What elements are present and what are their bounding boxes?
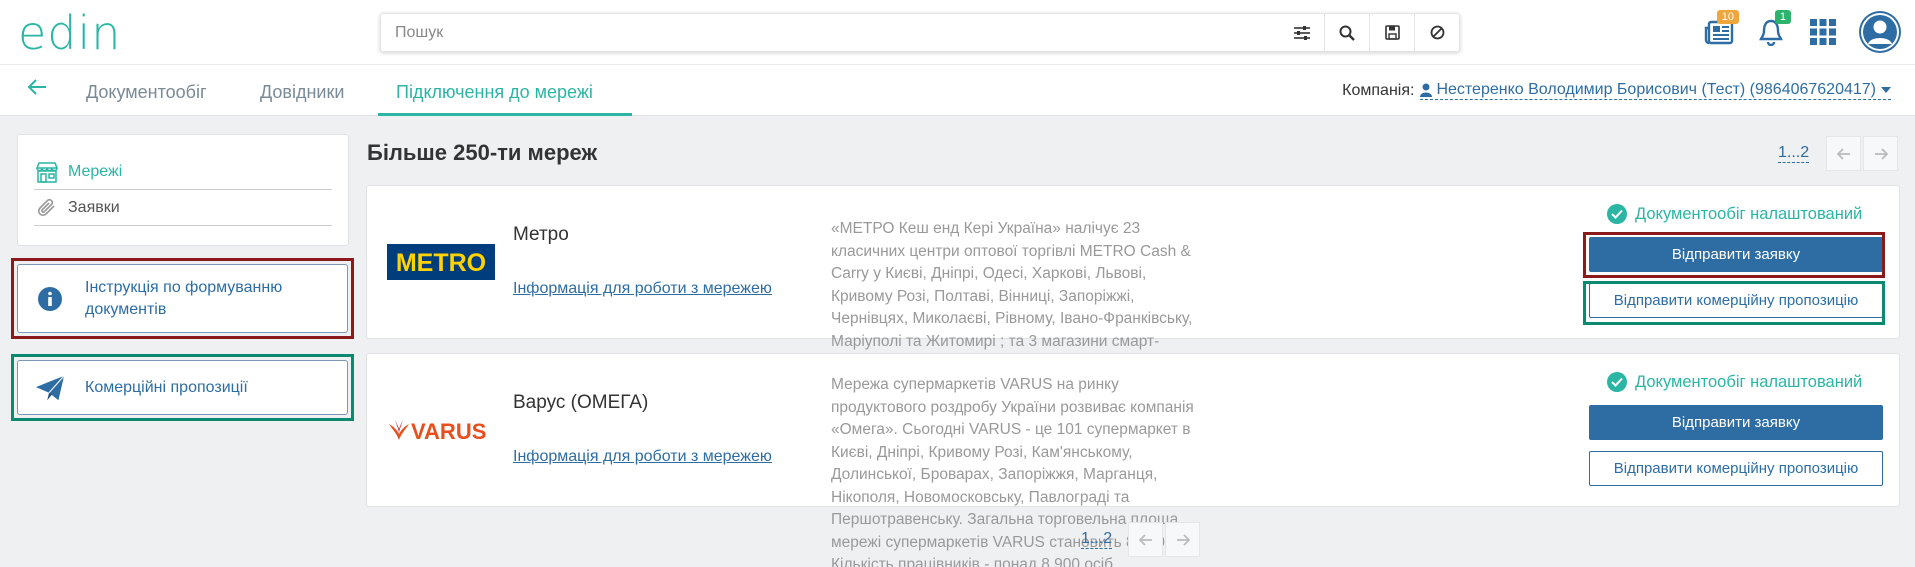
tab-network-connection[interactable]: Підключення до мережі [396, 82, 593, 103]
commercial-offers-button[interactable]: Комерційні пропозиції [17, 360, 348, 415]
network-info-link[interactable]: Інформація для роботи з мережею [513, 280, 772, 298]
nav-bar: Документообіг Довідники Підключення до м… [0, 64, 1915, 116]
network-name: Варус (ОМЕГА) [513, 392, 649, 413]
search-bar [380, 13, 1460, 52]
chevron-down-icon [1881, 87, 1891, 93]
edin-logo[interactable]: edin [18, 11, 158, 55]
arrow-left-icon [1836, 147, 1850, 160]
news-button[interactable]: 10 [1693, 0, 1745, 64]
user-icon [1420, 83, 1433, 97]
paper-plane-icon [35, 374, 65, 402]
status-badge: Документообіг налаштований [1607, 372, 1862, 392]
company-value: Нестеренко Володимир Борисович (Тест) (9… [1436, 81, 1876, 98]
status-badge: Документообіг налаштований [1607, 204, 1862, 224]
arrow-left-icon [27, 79, 46, 95]
pager-bottom-next[interactable] [1165, 522, 1200, 557]
clear-icon [1430, 25, 1444, 40]
network-description: «МЕТРО Кеш енд Кері Україна» налічує 23 … [831, 220, 1193, 372]
send-request-button[interactable]: Відправити заявку [1589, 405, 1883, 440]
pager-bottom-prev[interactable] [1128, 522, 1163, 557]
arrow-right-icon [1176, 533, 1190, 546]
varus-logo: VARUS [387, 416, 497, 449]
company-dropdown[interactable]: Нестеренко Володимир Борисович (Тест) (9… [1420, 81, 1891, 100]
page-title: Більше 250-ти мереж [367, 140, 598, 165]
svg-text:VARUS: VARUS [411, 419, 486, 444]
pager-top-next[interactable] [1863, 136, 1898, 171]
arrow-right-icon [1874, 147, 1888, 160]
top-icons: 10 1 [1693, 0, 1915, 64]
back-button[interactable] [27, 77, 47, 101]
apps-button[interactable] [1797, 0, 1849, 64]
metro-logo: METRO [387, 244, 495, 285]
user-avatar[interactable] [1859, 11, 1901, 53]
store-icon [34, 160, 60, 184]
edin-logo-mark: edin [18, 11, 121, 55]
highlight-frame-red [1583, 232, 1885, 278]
send-commercial-offer-button[interactable]: Відправити комерційну пропозицію [1589, 451, 1883, 486]
check-circle-icon [1607, 372, 1627, 392]
sidebar-item-label: Заявки [68, 198, 120, 216]
tab-directories[interactable]: Довідники [260, 82, 344, 103]
company-label: Компанія: [1342, 81, 1415, 99]
search-button[interactable] [1324, 14, 1369, 51]
network-info-link[interactable]: Інформація для роботи з мережею [513, 448, 772, 466]
instructions-button[interactable]: Інструкція по формуванню документів [17, 264, 348, 333]
sidebar-item-networks[interactable]: Мережі [34, 154, 332, 190]
clear-search-button[interactable] [1414, 14, 1459, 51]
network-card-varus: VARUS Варус (ОМЕГА) Інформація для робот… [366, 353, 1900, 567]
check-circle-icon [1607, 204, 1627, 224]
arrow-left-icon [1138, 533, 1152, 546]
save-search-button[interactable] [1369, 14, 1414, 51]
paperclip-icon [34, 196, 60, 220]
status-text: Документообіг налаштований [1635, 204, 1863, 223]
search-icon [1339, 25, 1355, 41]
filter-button[interactable] [1279, 14, 1324, 51]
notifications-button[interactable]: 1 [1745, 0, 1797, 64]
pager-bottom-label[interactable]: 1...2 [1081, 530, 1113, 549]
commercial-offers-button-label: Комерційні пропозиції [85, 378, 248, 396]
info-icon [35, 286, 65, 312]
highlight-frame-green [1583, 281, 1885, 325]
notifications-badge: 1 [1774, 10, 1791, 24]
top-bar: edin Пошук 10 1 [0, 0, 1915, 64]
save-icon [1384, 25, 1400, 40]
filter-icon [1293, 25, 1310, 40]
apps-grid-icon [1810, 19, 1836, 45]
pager-top-prev[interactable] [1826, 136, 1861, 171]
sidebar-item-label: Мережі [68, 162, 123, 180]
sidebar-item-requests[interactable]: Заявки [34, 190, 332, 226]
sidebar-menu: Мережі Заявки [17, 134, 349, 246]
user-avatar-icon [1861, 13, 1899, 51]
network-name: Метро [513, 224, 569, 245]
search-input[interactable] [381, 14, 1279, 51]
pager-top-label[interactable]: 1...2 [1778, 144, 1810, 163]
status-text: Документообіг налаштований [1635, 372, 1863, 391]
company-selector: Компанія: Нестеренко Володимир Борисович… [1342, 81, 1891, 100]
news-badge: 10 [1716, 10, 1739, 24]
svg-text:METRO: METRO [396, 249, 486, 277]
svg-text:edin: edin [18, 11, 121, 55]
active-tab-indicator [378, 113, 632, 116]
instructions-button-label: Інструкція по формуванню документів [85, 278, 283, 318]
tab-documents[interactable]: Документообіг [86, 82, 207, 103]
